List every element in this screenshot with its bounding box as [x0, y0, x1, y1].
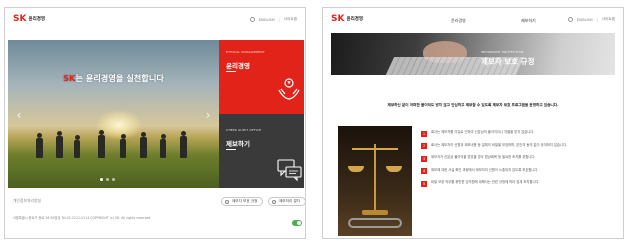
- item-number: 4: [421, 168, 427, 174]
- chat-bubble-icon: [277, 159, 302, 182]
- ethics-panel[interactable]: ETHICAL MANAGEMENT 윤리경영: [219, 40, 304, 114]
- header: SK 윤리경영 윤리경영 제보하기 ENGLISH | 사이트맵: [323, 8, 623, 32]
- prev-arrow-icon[interactable]: ‹: [14, 108, 24, 122]
- list-item: 2 회사는 제보자의 신원과 제보내용 등 일체의 비밀을 보장하며, 본인의 …: [421, 142, 617, 149]
- hero-banner: SK는 윤리경영을 실천합니다 ‹ ›: [8, 40, 219, 188]
- runner-figure: [160, 134, 166, 158]
- page-title: 제보자 보호 규정: [481, 57, 535, 66]
- banner-eng: INFORMANT PROTECTION: [481, 50, 524, 54]
- runner-figure: [180, 131, 187, 158]
- process-label: 제보처리 절차: [279, 199, 300, 203]
- globe-icon: [249, 17, 255, 22]
- list-item: 4 제보에 대한 사실 확인 과정에서 제보자의 신원이 노출되지 않도록 보호…: [421, 167, 617, 174]
- protection-rules-button[interactable]: 제보자 보호 규정: [221, 197, 264, 206]
- hero-title: SK는 윤리경영을 실천합니다: [8, 72, 219, 84]
- nav-item-ethics[interactable]: 윤리경영: [451, 18, 466, 24]
- item-number: 5: [421, 180, 427, 187]
- circle-icon: [225, 199, 229, 204]
- caring-hands-icon: [278, 78, 300, 100]
- item-text: 제보에 대한 사실 확인 과정에서 제보자의 신원이 노출되지 않도록 보호합니…: [431, 167, 539, 172]
- slide-indicators: [100, 178, 115, 181]
- slide-dot[interactable]: [100, 178, 103, 181]
- scales-of-justice-image: [338, 126, 412, 236]
- list-item: 1 회사는 제보자를 이유로 인하여 신분상의 불이익이나 차별을 받지 않습니…: [421, 130, 617, 137]
- process-button[interactable]: 제보처리 절차: [268, 197, 305, 206]
- runner-figure: [120, 134, 126, 158]
- panel-divider: [226, 71, 236, 72]
- globe-icon: [567, 17, 573, 22]
- sk-logo[interactable]: SK 윤리경영: [13, 14, 45, 24]
- intro-text: 제보하신 분이 어떠한 불이익도 받지 않고 안심하고 제보할 수 있도록 제보…: [387, 103, 559, 107]
- circle-icon: [272, 199, 276, 204]
- informant-protection-screenshot: SK 윤리경영 윤리경영 제보하기 ENGLISH | 사이트맵 INFORMA…: [322, 7, 624, 239]
- nav-item-report[interactable]: 제보하기: [521, 18, 536, 24]
- utility-menu: ENGLISH | 사이트맵: [567, 17, 615, 22]
- next-arrow-icon[interactable]: ›: [203, 108, 213, 122]
- panel-divider: [226, 149, 236, 150]
- utility-menu: ENGLISH | 사이트맵: [249, 17, 297, 22]
- privacy-link[interactable]: 개인정보처리방침: [13, 198, 41, 204]
- item-text: 회사는 제보자를 이유로 인하여 신분상의 불이익이나 차별을 받지 않습니다.: [431, 130, 535, 134]
- sitemap-link[interactable]: 사이트맵: [602, 17, 615, 22]
- list-item: 3 제보자가 신분상 불이익을 받았을 경우 원상회복 등 필요한 조치를 취합…: [421, 155, 617, 162]
- logo-text: 윤리경영: [346, 17, 364, 22]
- toggle-switch[interactable]: [292, 220, 302, 226]
- header: SK 윤리경영 ENGLISH | 사이트맵: [5, 8, 305, 32]
- runner-figure: [36, 133, 43, 158]
- page-banner: INFORMANT PROTECTION 제보자 보호 규정: [331, 33, 615, 75]
- runner-figure: [98, 130, 105, 158]
- home-page-screenshot: SK 윤리경영 ENGLISH | 사이트맵 SK는 윤리경영을 실천합니다 ‹…: [4, 7, 306, 239]
- list-item: 5 비밀 보장 의무를 위반한 임직원에 대해서는 관련 규정에 따라 징계 조…: [421, 180, 617, 187]
- hero-title-accent: SK: [63, 73, 76, 83]
- logo-mark: SK: [13, 14, 27, 24]
- logo-text: 윤리경영: [28, 17, 46, 22]
- footer-text: 서울특별시 종로구 종로 26 SK빌딩 Tel.02-2121-0114 CO…: [13, 216, 152, 220]
- protection-rules-label: 제보자 보호 규정: [232, 199, 258, 203]
- runner-figure: [140, 132, 147, 158]
- runner-figure: [56, 131, 63, 158]
- slide-dot[interactable]: [106, 178, 109, 181]
- item-number: 3: [421, 155, 427, 162]
- item-text: 제보자가 신분상 불이익을 받았을 경우 원상회복 등 필요한 조치를 취합니다…: [431, 155, 536, 159]
- sitemap-link[interactable]: 사이트맵: [284, 17, 297, 22]
- hero-title-text: 는 윤리경영을 실천합니다: [75, 73, 164, 83]
- logo-mark: SK: [331, 14, 345, 24]
- item-text: 비밀 보장 의무를 위반한 임직원에 대해서는 관련 규정에 따라 징계 조치합…: [431, 180, 540, 184]
- english-link[interactable]: ENGLISH: [259, 18, 275, 22]
- ethics-panel-title: 윤리경영: [226, 62, 250, 70]
- item-text: 회사는 제보자의 신원과 제보내용 등 일체의 비밀을 보장하며, 본인의 동의…: [431, 142, 567, 147]
- sk-logo[interactable]: SK 윤리경영: [331, 14, 363, 24]
- runner-figure: [74, 135, 80, 158]
- report-panel[interactable]: CYBER AUDIT OFFICE 제보하기: [219, 114, 304, 188]
- protection-rules-list: 1 회사는 제보자를 이유로 인하여 신분상의 불이익이나 차별을 받지 않습니…: [421, 130, 617, 193]
- item-number: 1: [421, 130, 427, 137]
- ethics-panel-eng: ETHICAL MANAGEMENT: [226, 50, 265, 54]
- slide-dot[interactable]: [112, 178, 115, 181]
- report-panel-eng: CYBER AUDIT OFFICE: [226, 128, 262, 132]
- report-panel-title: 제보하기: [226, 140, 250, 148]
- english-link[interactable]: ENGLISH: [577, 18, 593, 22]
- item-number: 2: [421, 143, 427, 149]
